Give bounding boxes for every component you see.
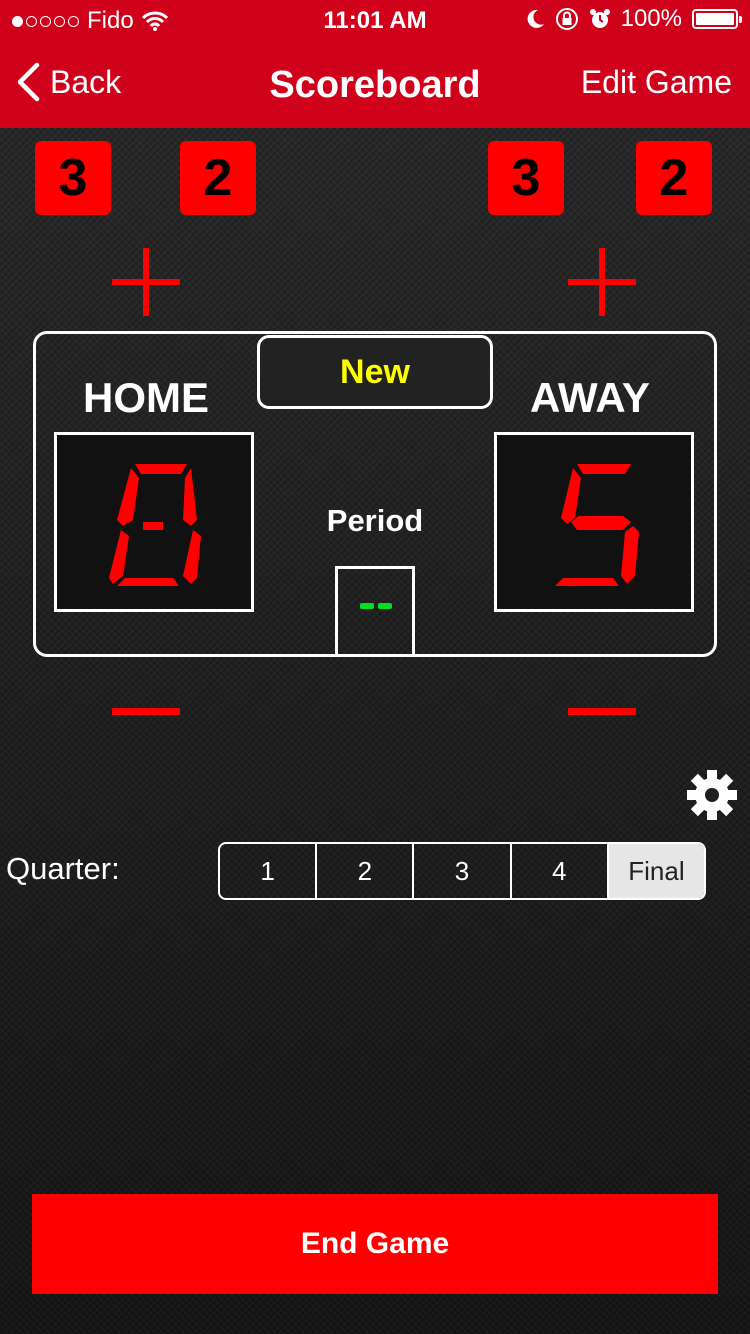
quarter-option-2[interactable]: 2 bbox=[317, 844, 415, 898]
minus-icon bbox=[112, 708, 180, 715]
home-counter-left[interactable]: 3 bbox=[35, 141, 111, 215]
plus-icon bbox=[568, 248, 636, 316]
edit-game-button[interactable]: Edit Game bbox=[581, 64, 732, 101]
quarter-option-3[interactable]: 3 bbox=[414, 844, 512, 898]
navigation-bar: Back Scoreboard Edit Game bbox=[0, 40, 750, 128]
home-counter-right[interactable]: 2 bbox=[180, 141, 256, 215]
away-label: AWAY bbox=[530, 374, 650, 421]
alarm-icon bbox=[589, 9, 610, 28]
period-label: Period bbox=[326, 503, 424, 538]
home-label: HOME bbox=[83, 374, 209, 421]
battery-icon bbox=[692, 9, 742, 29]
away-counter-left[interactable]: 3 bbox=[488, 141, 564, 215]
period-segment bbox=[360, 603, 374, 609]
away-counter-right[interactable]: 2 bbox=[636, 141, 712, 215]
period-segment bbox=[378, 603, 392, 609]
game-status-badge: New bbox=[257, 335, 493, 409]
settings-button[interactable] bbox=[686, 769, 738, 826]
minus-icon bbox=[568, 708, 636, 715]
home-increment-button[interactable] bbox=[110, 246, 182, 318]
away-score-digit bbox=[555, 464, 639, 586]
quarter-label: Quarter: bbox=[6, 851, 120, 886]
quarter-option-1[interactable]: 1 bbox=[220, 844, 318, 898]
home-decrement-button[interactable] bbox=[110, 705, 182, 719]
home-score-display bbox=[54, 432, 254, 612]
battery-percent: 100% bbox=[620, 5, 682, 32]
away-score-display bbox=[494, 432, 694, 612]
away-increment-button[interactable] bbox=[566, 246, 638, 318]
quarter-option-4[interactable]: 4 bbox=[512, 844, 609, 898]
plus-icon bbox=[112, 248, 180, 316]
status-right: 100% bbox=[525, 5, 742, 33]
quarter-option-final[interactable]: Final bbox=[608, 844, 704, 898]
end-game-button[interactable]: End Game bbox=[32, 1194, 718, 1294]
period-display bbox=[335, 566, 415, 657]
gear-icon bbox=[687, 770, 737, 820]
moon-icon bbox=[527, 9, 544, 28]
home-score-digit bbox=[109, 464, 201, 586]
quarter-selector: 1 2 3 4 Final bbox=[218, 842, 706, 900]
away-decrement-button[interactable] bbox=[566, 705, 638, 719]
rotation-lock-icon bbox=[555, 8, 578, 30]
status-bar: Fido 11:01 AM 100% bbox=[0, 0, 750, 40]
